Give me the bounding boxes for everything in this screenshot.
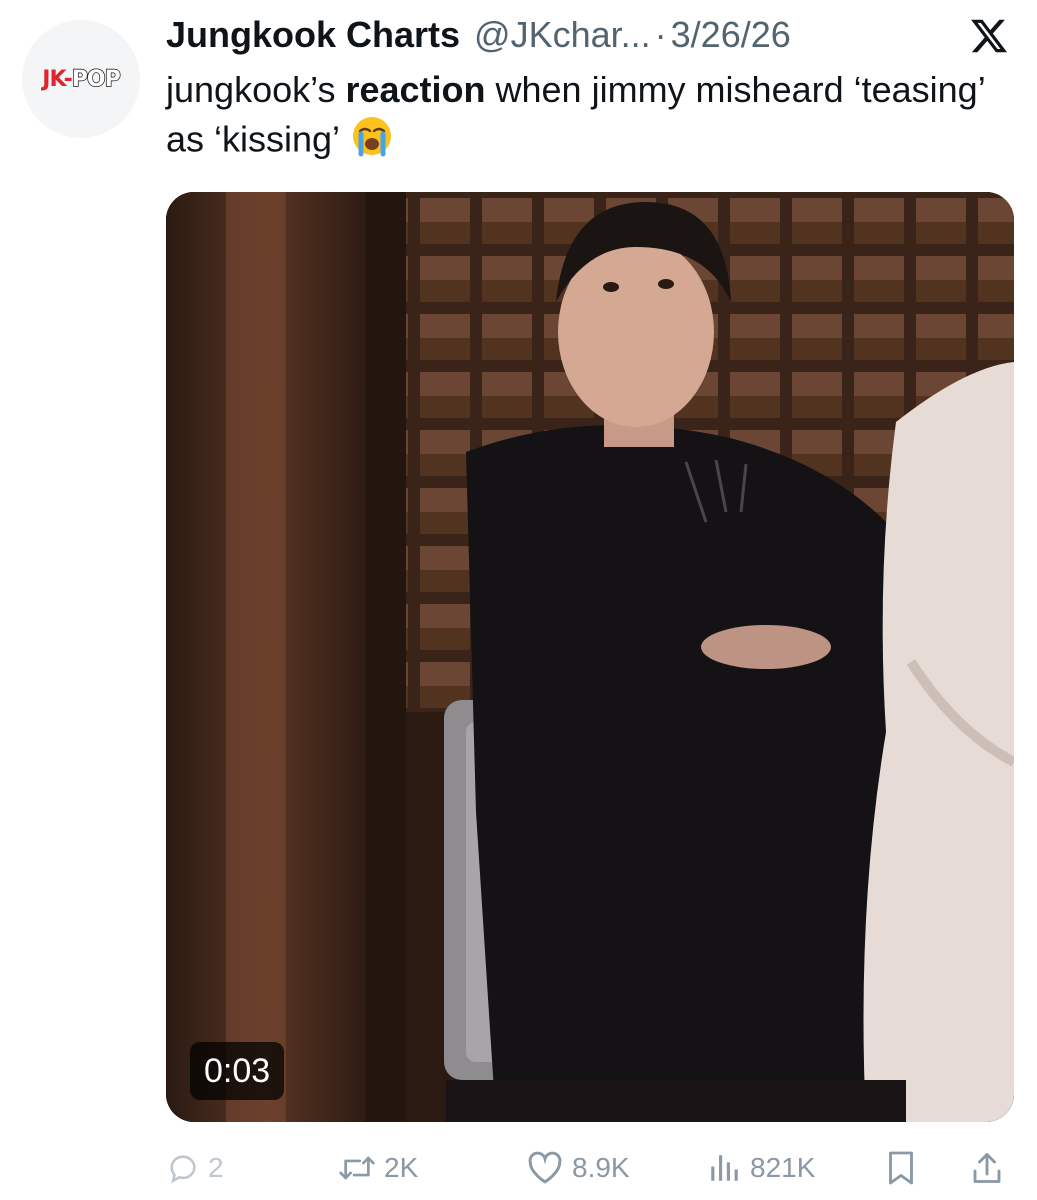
views-count: 821K	[750, 1152, 816, 1183]
tweet-text-bold: reaction	[345, 69, 486, 110]
tweet-header: Jungkook Charts @JKchar... · 3/26/26	[166, 10, 791, 60]
share-button[interactable]	[970, 1140, 1004, 1196]
x-logo-icon[interactable]	[968, 16, 1010, 56]
bookmark-button[interactable]	[886, 1140, 916, 1196]
repost-icon	[339, 1156, 375, 1180]
author-handle[interactable]: @JKchar...	[474, 10, 651, 60]
reply-count: 2	[208, 1152, 224, 1183]
repost-button[interactable]: 2K	[338, 1140, 418, 1196]
tweet-text: jungkook’s reaction when jimmy misheard …	[166, 66, 986, 170]
repost-count: 2K	[384, 1152, 419, 1183]
share-icon	[973, 1153, 1001, 1183]
like-button[interactable]: 8.9K	[526, 1140, 630, 1196]
video-time-badge: 0:03	[190, 1042, 285, 1100]
reply-button[interactable]: 2	[166, 1140, 224, 1196]
heart-icon	[528, 1151, 562, 1184]
reply-icon	[170, 1155, 196, 1184]
author-display-name[interactable]: Jungkook Charts	[166, 10, 460, 60]
video-player[interactable]: 0:03	[166, 192, 1014, 1122]
loudly-crying-face-icon	[350, 114, 394, 170]
header-separator: ·	[654, 14, 667, 55]
tweet-date[interactable]: 3/26/26	[671, 10, 791, 60]
views-icon	[711, 1155, 738, 1181]
author-avatar[interactable]: JK-POP	[22, 20, 140, 138]
video-thumbnail	[166, 192, 1014, 1122]
jk-pop-logo: JK-POP	[42, 66, 121, 92]
like-count: 8.9K	[572, 1152, 630, 1183]
tweet-actions: 2 2K 8.9K 821K	[166, 1140, 1016, 1196]
tweet-text-part: jungkook’s	[166, 69, 346, 110]
bookmark-icon	[889, 1151, 913, 1185]
views-button[interactable]: 821K	[706, 1140, 815, 1196]
